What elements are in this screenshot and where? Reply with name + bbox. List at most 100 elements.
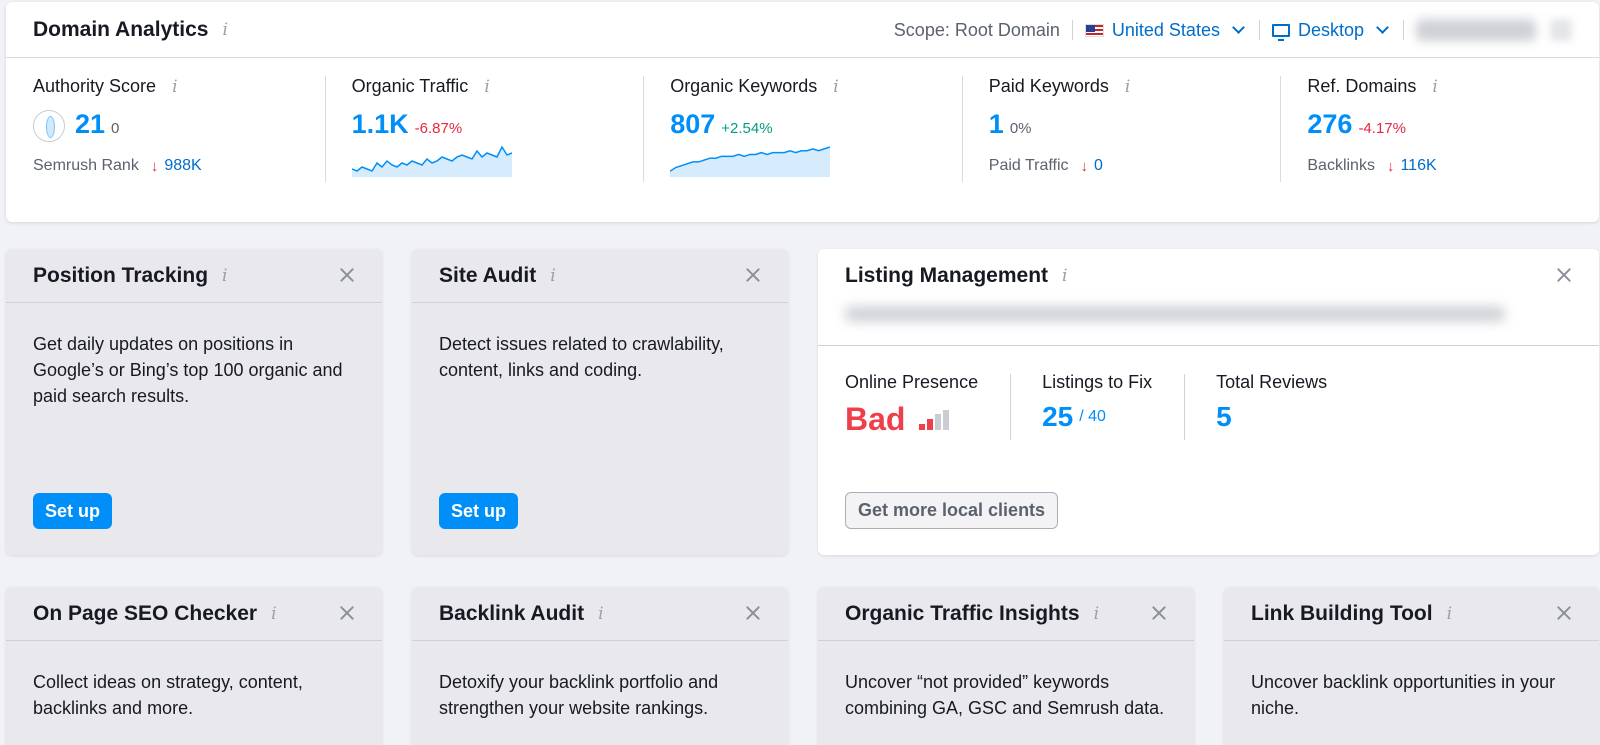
info-icon[interactable]: i	[550, 266, 555, 286]
info-icon[interactable]: i	[172, 77, 177, 97]
on-page-seo-checker-card: On Page SEO Checker i Collect ideas on s…	[6, 587, 382, 745]
card-title: Organic Traffic Insights	[845, 601, 1080, 625]
divider	[1071, 20, 1073, 40]
divider	[1403, 20, 1404, 40]
info-icon[interactable]: i	[222, 266, 227, 286]
get-more-local-clients-button[interactable]: Get more local clients	[845, 492, 1059, 529]
authority-score-icon	[33, 110, 65, 142]
country-selector[interactable]: United States	[1084, 19, 1247, 41]
card-description: Uncover backlink opportunities in your n…	[1251, 672, 1556, 718]
metric-label: Ref. Domains	[1307, 76, 1417, 96]
card-title: On Page SEO Checker	[33, 601, 258, 625]
metric-value[interactable]: 807	[670, 109, 715, 140]
info-icon[interactable]: i	[271, 604, 276, 624]
metric-organic-traffic[interactable]: Organic Traffic i 1.1K -6.87%	[324, 58, 644, 221]
listings-to-fix[interactable]: Listings to Fix 25 / 40	[1010, 372, 1184, 440]
foot-label: Paid Traffic	[988, 157, 1069, 174]
listings-value[interactable]: 25	[1042, 401, 1073, 433]
close-icon[interactable]	[1556, 605, 1572, 621]
info-icon[interactable]: i	[598, 604, 603, 624]
site-audit-card: Site Audit i Detect issues related to cr…	[412, 249, 788, 555]
card-description: Detect issues related to crawlability, c…	[439, 334, 724, 380]
domain-analytics-controls: Scope: Root Domain United States Desktop	[894, 2, 1572, 58]
blurred-domain[interactable]	[1416, 19, 1536, 41]
chevron-down-icon	[1232, 21, 1245, 34]
total-reviews[interactable]: Total Reviews 5	[1184, 372, 1359, 440]
card-description: Uncover “not provided” keywords combinin…	[845, 672, 1165, 718]
card-title: Position Tracking	[33, 263, 209, 287]
foot-label: Backlinks	[1307, 157, 1375, 174]
arrow-down-icon: ↓	[150, 157, 159, 175]
metric-label: Paid Keywords	[988, 76, 1109, 96]
monitor-icon	[1271, 23, 1290, 41]
setup-button[interactable]: Set up	[33, 493, 113, 529]
info-icon[interactable]: i	[1062, 266, 1067, 286]
foot-value[interactable]: 0	[1094, 157, 1103, 175]
card-description: Get daily updates on positions in Google…	[33, 334, 343, 406]
card-title: Site Audit	[439, 263, 537, 287]
close-icon[interactable]	[1151, 605, 1167, 621]
close-icon[interactable]	[745, 267, 761, 283]
domain-analytics-panel: Domain Analytics i Scope: Root Domain Un…	[6, 2, 1599, 222]
divider	[1258, 20, 1260, 40]
position-tracking-card: Position Tracking i Get daily updates on…	[6, 249, 382, 555]
device-selector[interactable]: Desktop	[1271, 19, 1391, 41]
arrow-down-icon: ↓	[1386, 157, 1395, 175]
metric-authority-score[interactable]: Authority Score i 21 0 Semrush Rank ↓ 988…	[6, 58, 325, 221]
info-icon[interactable]: i	[222, 20, 227, 40]
info-icon[interactable]: i	[1125, 77, 1130, 97]
blurred-address	[845, 307, 1505, 321]
online-presence: Online Presence Bad	[845, 372, 1010, 438]
metric-change: -6.87%	[414, 120, 463, 137]
info-icon[interactable]: i	[1432, 77, 1437, 97]
close-icon[interactable]	[339, 267, 355, 283]
listing-stats: Online Presence Bad Listings to Fix 25 /…	[818, 346, 1599, 440]
metric-change: 0	[111, 120, 120, 137]
info-icon[interactable]: i	[1094, 604, 1099, 624]
organic-traffic-sparkline	[351, 145, 512, 177]
card-title: Backlink Audit	[439, 601, 585, 625]
device-label: Desktop	[1297, 19, 1364, 40]
organic-keywords-sparkline	[670, 146, 831, 177]
metric-label: Organic Traffic	[351, 76, 469, 96]
setup-button[interactable]: Set up	[439, 493, 519, 529]
close-icon[interactable]	[745, 605, 761, 621]
country-label: United States	[1111, 19, 1220, 40]
metric-value[interactable]: 21	[75, 109, 105, 140]
backlink-audit-card: Backlink Audit i Detoxify your backlink …	[412, 587, 788, 745]
link-building-tool-card: Link Building Tool i Uncover backlink op…	[1224, 587, 1599, 745]
card-description: Collect ideas on strategy, content, back…	[33, 672, 303, 718]
arrow-down-icon: ↓	[1080, 157, 1089, 175]
close-icon[interactable]	[1556, 267, 1572, 283]
metric-value[interactable]: 276	[1307, 109, 1352, 140]
stat-label: Total Reviews	[1216, 372, 1328, 392]
close-icon[interactable]	[339, 605, 355, 621]
card-title: Link Building Tool	[1251, 601, 1433, 625]
metric-label: Authority Score	[33, 76, 157, 96]
metric-ref-domains[interactable]: Ref. Domains i 276 -4.17% Backlinks ↓ 116…	[1280, 58, 1599, 221]
info-icon[interactable]: i	[1447, 604, 1452, 624]
blurred-action[interactable]	[1550, 19, 1572, 41]
stat-label: Online Presence	[845, 372, 979, 392]
foot-value[interactable]: 116K	[1400, 157, 1436, 175]
domain-analytics-title: Domain Analytics	[33, 17, 209, 41]
metric-change: 0%	[1009, 120, 1032, 137]
us-flag-icon	[1084, 23, 1104, 37]
card-title: Listing Management	[845, 264, 1049, 287]
stat-label: Listings to Fix	[1042, 372, 1153, 392]
signal-bars-icon	[919, 409, 950, 430]
listings-total: / 40	[1079, 408, 1106, 425]
info-icon[interactable]: i	[833, 77, 838, 97]
info-icon[interactable]: i	[484, 77, 489, 97]
metric-value[interactable]: 1.1K	[352, 109, 409, 140]
metric-paid-keywords[interactable]: Paid Keywords i 1 0% Paid Traffic ↓ 0	[961, 58, 1281, 221]
foot-value[interactable]: 988K	[164, 157, 201, 175]
metrics-row: Authority Score i 21 0 Semrush Rank ↓ 988…	[6, 58, 1599, 221]
metric-value[interactable]: 1	[989, 109, 1004, 140]
domain-analytics-header: Domain Analytics i Scope: Root Domain Un…	[6, 2, 1599, 58]
reviews-value[interactable]: 5	[1216, 401, 1232, 433]
chevron-down-icon	[1376, 21, 1389, 34]
metric-label: Organic Keywords	[670, 76, 818, 96]
metric-change: +2.54%	[721, 120, 773, 137]
metric-organic-keywords[interactable]: Organic Keywords i 807 +2.54%	[643, 58, 962, 221]
